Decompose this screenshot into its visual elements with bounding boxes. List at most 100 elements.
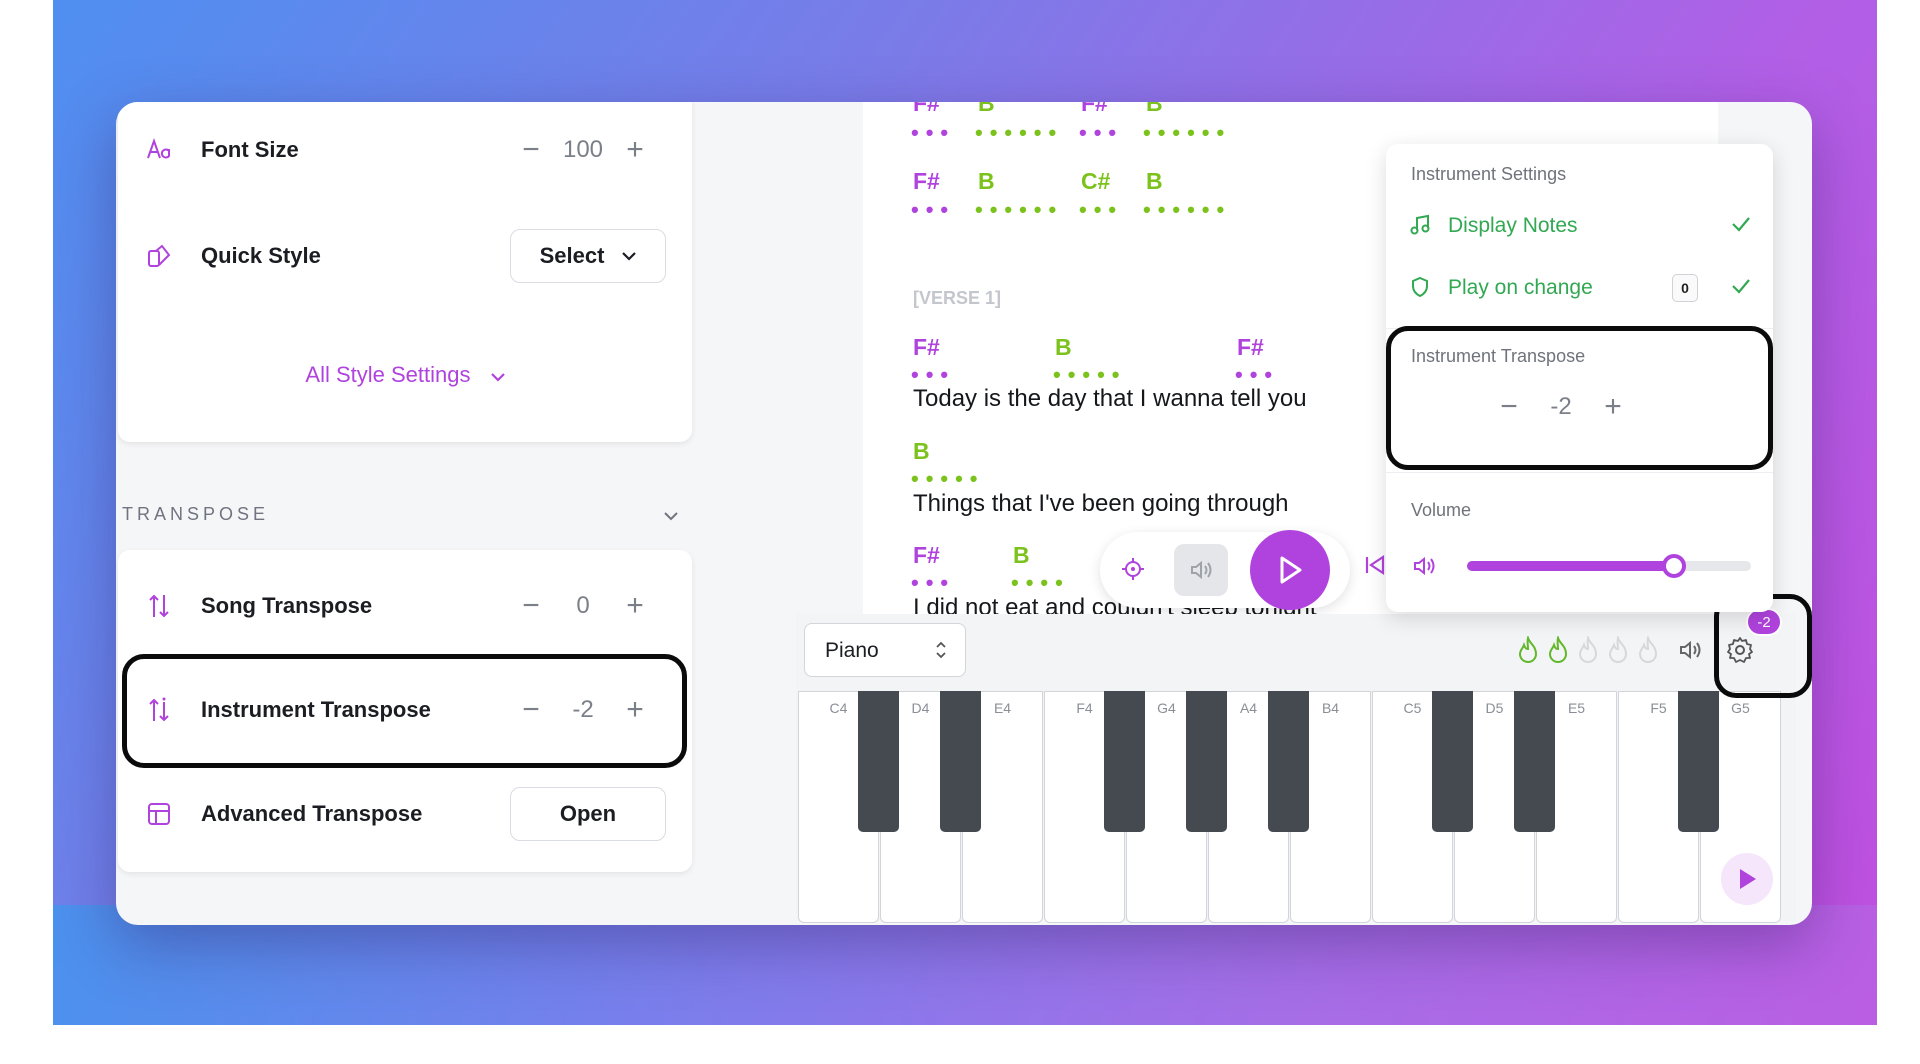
chord: B [1055, 334, 1072, 360]
font-size-label: Font Size [201, 137, 299, 162]
transpose-arrows-icon [146, 593, 172, 619]
volume-slider-thumb[interactable] [1662, 554, 1687, 578]
chord: F# [913, 334, 940, 360]
gear-icon[interactable] [1726, 636, 1754, 669]
black-key[interactable] [1432, 691, 1473, 832]
style-icon [146, 243, 172, 269]
font-size-increase-button[interactable]: + [616, 131, 654, 169]
difficulty-rating[interactable] [1516, 636, 1660, 664]
beat-dots: •••••• [1143, 120, 1232, 145]
song-transpose-label: Song Transpose [201, 593, 373, 618]
flame-icon [1578, 636, 1598, 663]
advanced-transpose-label: Advanced Transpose [201, 801, 423, 826]
skip-back-icon[interactable] [1364, 554, 1386, 581]
piano-keyboard-panel: Piano -2 C4 D4 E4 F4 G4 A4 B4 C5 D5 E5 F… [796, 608, 1796, 923]
beat-dots: ••• [911, 197, 956, 222]
popup-transpose-increase-button[interactable]: + [1594, 388, 1632, 426]
grid-icon [146, 801, 172, 827]
popup-transpose-title: Instrument Transpose [1411, 346, 1586, 366]
instrument-transpose-label: Instrument Transpose [201, 697, 431, 722]
beat-dots: ••••• [911, 466, 985, 491]
chevron-down-icon [664, 508, 678, 526]
checkmark-icon [1731, 278, 1751, 299]
speaker-icon [1412, 554, 1438, 583]
settings-badge: -2 [1746, 608, 1782, 636]
play-icon [1740, 869, 1756, 889]
play-on-change-label: Play on change [1448, 276, 1593, 299]
display-notes-label: Display Notes [1448, 214, 1578, 237]
popup-transpose-value: -2 [1550, 393, 1572, 420]
font-size-decrease-button[interactable]: − [512, 131, 550, 169]
beat-dots: ••• [1235, 362, 1280, 387]
shield-icon [1411, 276, 1429, 303]
chord: F# [913, 168, 940, 194]
instrument-transpose-row: Instrument Transpose − -2 + [118, 680, 692, 740]
transpose-card: Song Transpose − 0 + Instrument Transpos… [118, 550, 692, 872]
beat-dots: •••••• [975, 120, 1064, 145]
chord: F# [913, 102, 940, 116]
black-key[interactable] [1186, 691, 1227, 832]
app-window: Font Size − 100 + Quick Style Select All… [116, 102, 1812, 925]
beat-dots: ••• [1079, 120, 1124, 145]
instrument-transpose-increase-button[interactable]: + [616, 691, 654, 729]
chord: B [978, 168, 995, 194]
instrument-settings-popup: Instrument Settings Display Notes Play o… [1386, 144, 1773, 612]
play-on-change-option[interactable]: Play on change 0 [1386, 264, 1773, 314]
advanced-transpose-open-button[interactable]: Open [510, 787, 666, 841]
song-transpose-row: Song Transpose − 0 + [118, 576, 692, 636]
chord: B [913, 438, 930, 464]
black-key[interactable] [1268, 691, 1309, 832]
instrument-transpose-icon [146, 697, 172, 723]
popup-transpose-decrease-button[interactable]: − [1490, 388, 1528, 426]
beat-dots: ••• [911, 120, 956, 145]
target-icon[interactable] [1120, 556, 1146, 587]
speaker-icon[interactable] [1678, 638, 1704, 667]
keyboard-play-button[interactable] [1721, 853, 1773, 905]
font-size-row: Font Size − 100 + [118, 120, 692, 180]
black-key[interactable] [1678, 691, 1719, 832]
play-button[interactable] [1250, 530, 1330, 610]
all-style-settings-label: All Style Settings [305, 362, 471, 387]
instrument-transpose-stepper: − -2 + [512, 691, 654, 729]
instrument-select-value: Piano [825, 639, 879, 662]
all-style-settings-link[interactable]: All Style Settings [118, 362, 692, 388]
section-label: [VERSE 1] [913, 288, 1002, 308]
lyric-line: Today is the day that I wanna tell you [913, 385, 1307, 412]
black-key[interactable] [1104, 691, 1145, 832]
volume-slider[interactable] [1467, 554, 1751, 578]
volume-title: Volume [1411, 500, 1472, 520]
song-transpose-decrease-button[interactable]: − [512, 587, 550, 625]
beat-dots: ••• [911, 362, 956, 387]
chord: B [978, 102, 995, 116]
display-notes-option[interactable]: Display Notes [1386, 202, 1773, 252]
black-key[interactable] [858, 691, 899, 832]
quick-style-row: Quick Style Select [118, 226, 692, 286]
instrument-transpose-decrease-button[interactable]: − [512, 691, 550, 729]
beat-dots: •••••• [975, 197, 1064, 222]
instrument-select[interactable]: Piano [804, 623, 966, 677]
song-transpose-value: 0 [576, 592, 590, 619]
popup-transpose-stepper: − -2 + [1490, 388, 1632, 426]
chevron-down-icon [622, 251, 637, 261]
black-key[interactable] [1514, 691, 1555, 832]
speaker-toggle-button[interactable] [1174, 544, 1228, 596]
chord: B [1146, 168, 1163, 194]
chord: B [1013, 542, 1030, 568]
font-icon [146, 137, 172, 163]
chevron-up-down-icon [935, 640, 947, 665]
checkmark-icon [1731, 216, 1751, 237]
lyric-line: Things that I've been going through [913, 490, 1289, 517]
open-label: Open [559, 801, 617, 826]
beat-dots: •••• [1011, 570, 1070, 595]
quick-style-select-button[interactable]: Select [510, 229, 666, 283]
chord: F# [913, 542, 940, 568]
transpose-header-label: TRANSPOSE [122, 504, 270, 524]
popup-divider [1386, 328, 1773, 329]
beat-dots: ••• [911, 570, 956, 595]
chevron-down-icon [490, 362, 505, 388]
transpose-section-header[interactable]: TRANSPOSE [122, 504, 692, 534]
song-transpose-increase-button[interactable]: + [616, 587, 654, 625]
advanced-transpose-row: Advanced Transpose Open [118, 784, 692, 844]
flame-icon [1518, 636, 1538, 663]
black-key[interactable] [940, 691, 981, 832]
